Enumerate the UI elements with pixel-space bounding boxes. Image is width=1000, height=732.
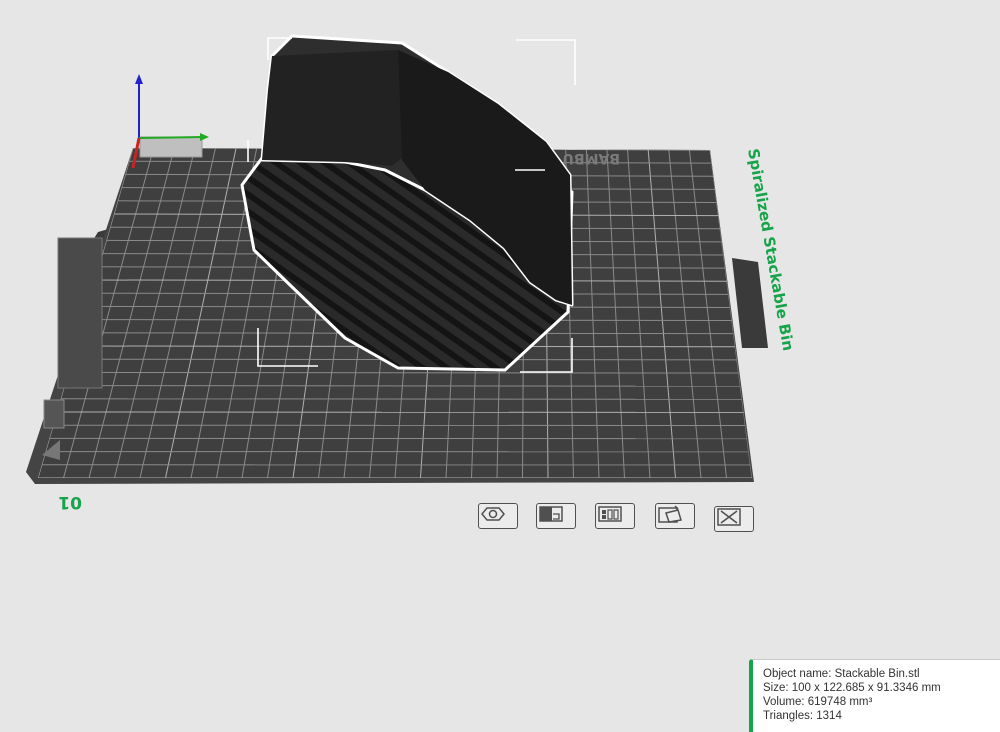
- origin-box: [139, 136, 203, 158]
- auto-layout-icon: [598, 506, 622, 522]
- plate-tab-right: [732, 258, 768, 348]
- scene: BAMBU SMOOTH: [26, 34, 768, 484]
- object-name: Object name: Stackable Bin.stl: [763, 668, 920, 680]
- object-triangles: Triangles: 1314: [763, 710, 842, 722]
- 3d-viewport[interactable]: BAMBU SMOOTH: [0, 0, 1000, 732]
- object-size: Size: 100 x 122.685 x 91.3346 mm: [763, 682, 941, 694]
- x-axis: [138, 136, 205, 139]
- object-info-panel: Object name: Stackable Bin.stl Size: 100…: [749, 659, 1000, 732]
- arrange-icon: [539, 506, 563, 522]
- plate-settings-icon: [658, 505, 682, 523]
- plate-settings-button[interactable]: [655, 503, 695, 529]
- delete-plate-button[interactable]: [714, 506, 754, 532]
- object-volume: Volume: 619748 mm³: [763, 696, 873, 708]
- model-front-face: [262, 50, 402, 166]
- orient-button[interactable]: [478, 503, 518, 529]
- auto-layout-button[interactable]: [595, 503, 635, 529]
- plate-number-label: 01: [58, 492, 82, 512]
- arrange-button[interactable]: [536, 503, 576, 529]
- delete-plate-icon: [717, 508, 741, 526]
- orient-icon: [481, 507, 505, 521]
